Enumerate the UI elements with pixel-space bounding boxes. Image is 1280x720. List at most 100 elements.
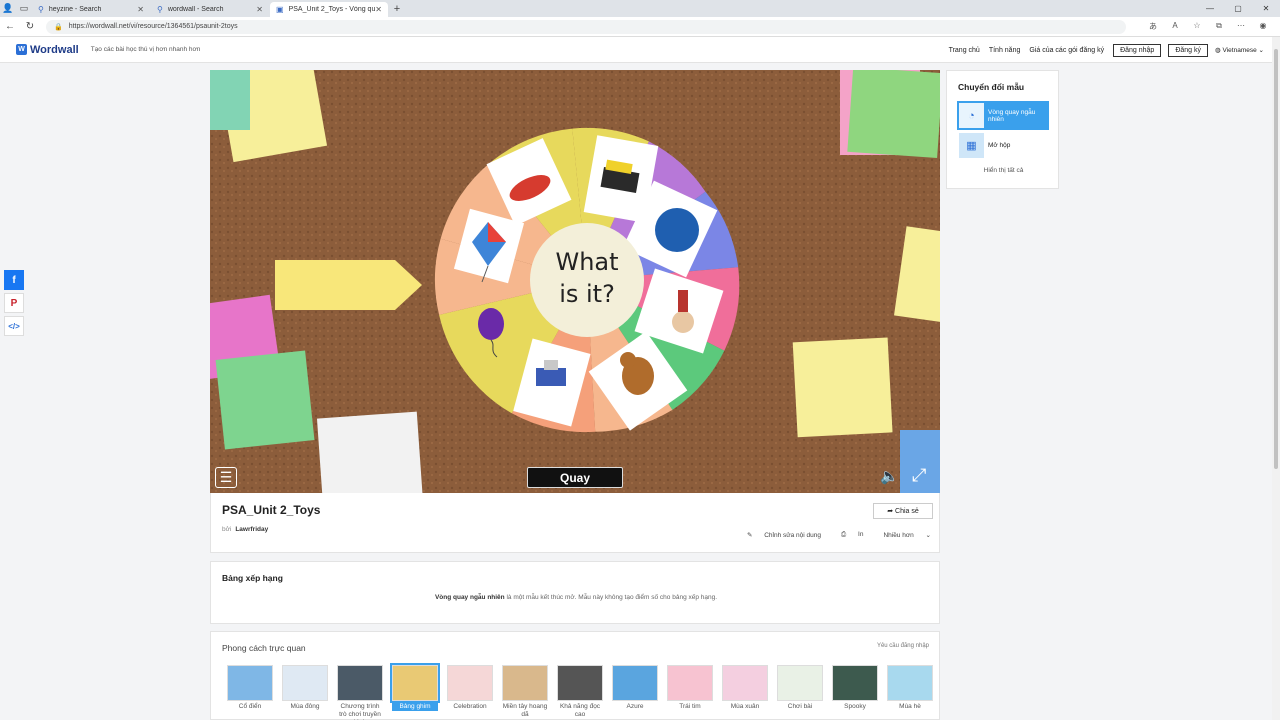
profile-icon[interactable]: 👤: [0, 0, 16, 17]
author-link[interactable]: Lawrfriday: [235, 526, 268, 533]
by-label: bởi: [222, 526, 232, 533]
login-button[interactable]: Đăng nhập: [1113, 43, 1162, 57]
theme-label: Chương trình trò chơi truyền hình: [339, 703, 381, 720]
spin-button[interactable]: Quay: [527, 467, 623, 488]
wheel-center-text: What: [555, 248, 618, 276]
switch-template-panel: Chuyển đổi mẫu ◔ Vòng quay ngẫu nhiên ▦ …: [946, 70, 1059, 189]
leaderboard-title: Bảng xếp hạng: [222, 573, 283, 583]
template-label: Mở hộp: [988, 142, 1011, 149]
sticky-note: [847, 70, 940, 159]
print-link[interactable]: ⎙ In: [831, 531, 863, 539]
browser-toolbar: あ A ☆ ⧉ ⋯ ◉: [1142, 21, 1274, 32]
hamburger-icon: ☰: [219, 469, 233, 485]
chevron-down-icon: ⌄: [923, 532, 931, 539]
template-name: Vòng quay ngẫu nhiên: [434, 594, 505, 601]
more-icon[interactable]: ⋯: [1230, 21, 1252, 32]
read-aloud-icon[interactable]: A: [1164, 21, 1186, 32]
share-button[interactable]: ➦ Chia sẻ: [873, 503, 933, 519]
minimize-icon[interactable]: —: [1196, 0, 1224, 17]
language-label: Vietnamese: [1222, 47, 1257, 54]
theme-thumbnail: [777, 665, 823, 701]
more-label: Nhiều hơn: [883, 532, 914, 539]
close-window-icon[interactable]: ✕: [1252, 0, 1280, 17]
theme-thumbnail: [612, 665, 658, 701]
theme-label: Trái tim: [679, 703, 701, 710]
theme-thumbnail: [227, 665, 273, 701]
volume-icon[interactable]: 🔈: [880, 467, 899, 485]
game-canvas[interactable]: What is it? ☰ Quay 🔈 ⤢: [210, 70, 940, 493]
template-label: Vòng quay ngẫu nhiên: [988, 108, 1036, 123]
theme-option[interactable]: Mùa hè: [887, 665, 933, 711]
game-menu-button[interactable]: ☰: [215, 467, 237, 488]
panel-title: Chuyển đổi mẫu: [958, 82, 1025, 92]
tab-label: wordwall - Search: [167, 6, 224, 13]
theme-label: Mùa đông: [290, 703, 320, 710]
url-field[interactable]: 🔒 https://wordwall.net/vi/resource/13645…: [46, 19, 1126, 34]
theme-option[interactable]: Trái tim: [667, 665, 713, 711]
tab-actions-icon[interactable]: ▭: [16, 0, 32, 17]
theme-option[interactable]: Bảng ghim: [390, 663, 440, 711]
back-icon[interactable]: ←: [0, 21, 20, 32]
login-required-note: Yêu cầu đăng nhập: [876, 643, 929, 649]
tab-label: heyzine - Search: [48, 6, 102, 13]
theme-thumbnail: [282, 665, 328, 701]
language-selector[interactable]: ◍ Vietnamese ⌄: [1215, 46, 1264, 54]
theme-thumbnail: [447, 665, 493, 701]
leaderboard-note: là một mẫu kết thúc mở. Mẫu này không tạ…: [504, 594, 718, 601]
show-all-link[interactable]: Hiển thị tất cả: [947, 167, 1060, 174]
share-icon: ➦: [887, 508, 896, 515]
scrollbar-thumb[interactable]: [1274, 49, 1278, 469]
theme-thumbnail: [390, 663, 440, 703]
toy-balloon: [478, 308, 504, 340]
theme-option[interactable]: Mùa xuân: [722, 665, 768, 711]
url-text: https://wordwall.net/vi/resource/1364561…: [68, 23, 238, 30]
template-spin-wheel[interactable]: ◔ Vòng quay ngẫu nhiên: [957, 101, 1049, 130]
new-tab-button[interactable]: +: [389, 3, 405, 15]
lock-icon: 🔒: [54, 23, 63, 31]
wordwall-logo[interactable]: W Wordwall: [16, 44, 79, 56]
browser-tab[interactable]: ⚲ wordwall - Search ✕: [151, 2, 269, 17]
theme-option[interactable]: Mùa đông: [282, 665, 328, 711]
sticky-note: [210, 70, 250, 130]
theme-option[interactable]: Chơi bài: [777, 665, 823, 711]
theme-option[interactable]: Spooky: [832, 665, 878, 711]
theme-option[interactable]: Chương trình trò chơi truyền hình: [337, 665, 383, 720]
theme-option[interactable]: Azure: [612, 665, 658, 711]
edit-content-link[interactable]: ✎ Chỉnh sửa nội dung: [737, 531, 821, 539]
activity-info-card: PSA_Unit 2_Toys bởi Lawrfriday ➦ Chia sẻ …: [210, 493, 940, 553]
maximize-icon[interactable]: ▢: [1224, 0, 1252, 17]
theme-thumbnail: [337, 665, 383, 701]
collections-icon[interactable]: ⧉: [1208, 21, 1230, 32]
nav-pricing[interactable]: Giá của các gói đăng ký: [1029, 47, 1104, 54]
copilot-icon[interactable]: ◉: [1252, 21, 1274, 32]
browser-tab[interactable]: ⚲ heyzine - Search ✕: [32, 2, 150, 17]
fullscreen-icon[interactable]: ⤢: [912, 465, 926, 486]
pinterest-share-icon[interactable]: P: [4, 293, 24, 313]
refresh-icon[interactable]: ↻: [20, 21, 40, 32]
nav-features[interactable]: Tính năng: [989, 47, 1021, 54]
facebook-share-icon[interactable]: f: [4, 270, 24, 290]
tab-label: PSA_Unit 2_Toys - Vòng qua...: [288, 6, 376, 13]
theme-option[interactable]: Miền tây hoang dã: [502, 665, 548, 719]
theme-option[interactable]: Celebration: [447, 665, 493, 711]
signup-button[interactable]: Đăng ký: [1168, 43, 1209, 57]
translate-icon[interactable]: あ: [1142, 21, 1164, 32]
browser-tab-active[interactable]: ▣ PSA_Unit 2_Toys - Vòng qua... ✕: [270, 2, 388, 17]
theme-option[interactable]: Cổ điển: [227, 665, 273, 711]
close-icon[interactable]: ✕: [137, 5, 144, 14]
close-icon[interactable]: ✕: [375, 5, 382, 14]
close-icon[interactable]: ✕: [256, 5, 263, 14]
wheel-center-text: is it?: [559, 280, 615, 308]
page-scrollbar[interactable]: [1272, 37, 1280, 720]
nav-home[interactable]: Trang chủ: [949, 47, 980, 54]
wheel-icon: ◔: [959, 103, 984, 128]
template-open-box[interactable]: ▦ Mở hộp: [957, 131, 1049, 160]
wordwall-icon: ▣: [276, 5, 284, 14]
favorite-icon[interactable]: ☆: [1186, 21, 1208, 32]
theme-thumbnail: [667, 665, 713, 701]
theme-thumbnail: [502, 665, 548, 701]
more-dropdown[interactable]: Nhiều hơn ⌄: [873, 531, 931, 539]
theme-option[interactable]: Khả năng đọc cao: [557, 665, 603, 719]
embed-icon[interactable]: </>: [4, 316, 24, 336]
logo-icon: W: [16, 44, 27, 55]
